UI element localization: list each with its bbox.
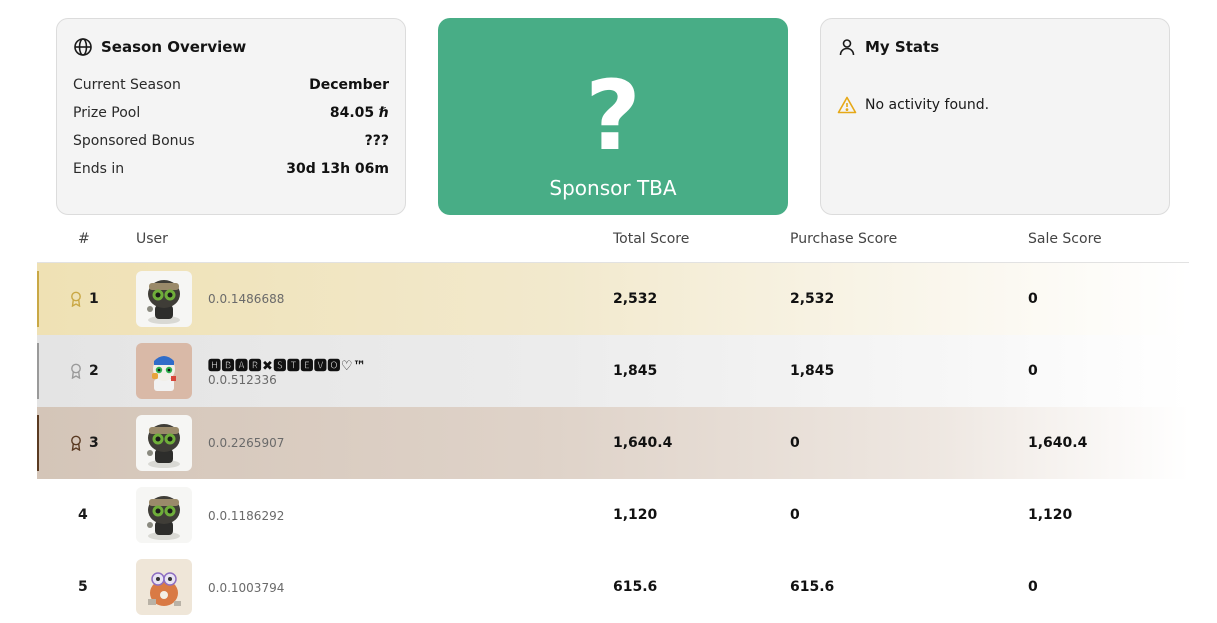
rank-number: 5 xyxy=(78,579,88,595)
prize-pool-row: Prize Pool 84.05 ℏ xyxy=(73,105,389,121)
rank-column-header: # xyxy=(78,231,90,247)
warning-icon xyxy=(837,96,857,114)
rank-number: 3 xyxy=(89,435,99,451)
avatar[interactable] xyxy=(136,343,192,399)
rank-number: 4 xyxy=(78,507,88,523)
purchase-score: 1,845 xyxy=(790,363,835,379)
table-row[interactable]: 3 0.0.2265907 1,640.4 0 1,640.4 xyxy=(37,407,1189,479)
ends-in-row: Ends in 30d 13h 06m xyxy=(73,161,389,177)
sale-score: 0 xyxy=(1028,579,1038,595)
total-score: 615.6 xyxy=(613,579,658,595)
rank-cell: 3 xyxy=(69,407,99,479)
purchase-score: 615.6 xyxy=(790,579,835,595)
table-row[interactable]: 4 0.0.1186292 1,120 0 1,120 xyxy=(37,479,1189,551)
avatar[interactable] xyxy=(136,559,192,615)
purchase-score: 0 xyxy=(790,435,800,451)
leaderboard-header: # User Total Score Purchase Score Sale S… xyxy=(37,230,1189,263)
no-activity-message: No activity found. xyxy=(837,95,989,115)
account-id[interactable]: 0.0.2265907 xyxy=(208,436,284,450)
table-row[interactable]: 1 0.0.1486688 2,532 2,532 0 xyxy=(37,263,1189,335)
total-score: 1,120 xyxy=(613,507,658,523)
no-activity-text: No activity found. xyxy=(865,97,990,113)
bronze-indicator xyxy=(37,415,39,471)
avatar[interactable] xyxy=(136,271,192,327)
sale-score: 0 xyxy=(1028,291,1038,307)
sale-score: 1,640.4 xyxy=(1028,435,1088,451)
avatar[interactable] xyxy=(136,487,192,543)
gold-indicator xyxy=(37,271,39,327)
purchase-score: 2,532 xyxy=(790,291,835,307)
account-id[interactable]: 0.0.1003794 xyxy=(208,581,284,595)
sale-score: 0 xyxy=(1028,363,1038,379)
user-icon xyxy=(839,39,855,56)
sponsored-bonus-value: ??? xyxy=(364,133,389,149)
sponsor-question-mark: ? xyxy=(585,60,641,172)
rank-cell: 5 xyxy=(78,551,88,623)
sponsored-bonus-label: Sponsored Bonus xyxy=(73,133,195,149)
current-season-row: Current Season December xyxy=(73,77,389,93)
table-row[interactable]: 2 🅷🅱🅰🆁✖🆂🆃🅴🆅🅾♡™ 0.0.512336 1,845 1,845 0 xyxy=(37,335,1189,407)
season-overview-header: Season Overview xyxy=(73,37,246,57)
purchase-score-column-header[interactable]: Purchase Score xyxy=(790,231,897,247)
season-overview-card: Season Overview Current Season December … xyxy=(56,18,406,215)
sale-score: 1,120 xyxy=(1028,507,1073,523)
prize-pool-value: 84.05 ℏ xyxy=(329,105,389,121)
sponsored-bonus-row: Sponsored Bonus ??? xyxy=(73,133,389,149)
my-stats-card: My Stats No activity found. xyxy=(820,18,1170,215)
account-id[interactable]: 0.0.1486688 xyxy=(208,292,284,306)
ends-in-label: Ends in xyxy=(73,161,125,177)
sponsor-text: Sponsor TBA xyxy=(549,176,677,200)
my-stats-title: My Stats xyxy=(865,38,940,56)
user-column-header: User xyxy=(136,231,168,247)
gold-medal-icon xyxy=(71,291,81,307)
purchase-score: 0 xyxy=(790,507,800,523)
my-stats-header: My Stats xyxy=(837,37,939,57)
globe-icon xyxy=(74,38,92,56)
ends-in-value: 30d 13h 06m xyxy=(286,161,389,177)
rank-number: 1 xyxy=(89,291,99,307)
sale-score-column-header[interactable]: Sale Score xyxy=(1028,231,1102,247)
user-name[interactable]: 🅷🅱🅰🆁✖🆂🆃🅴🆅🅾♡™ xyxy=(208,355,367,374)
silver-medal-icon xyxy=(71,363,81,379)
account-id[interactable]: 0.0.1186292 xyxy=(208,509,284,523)
total-score-column-header[interactable]: Total Score xyxy=(613,231,689,247)
total-score: 1,845 xyxy=(613,363,658,379)
silver-indicator xyxy=(37,343,39,399)
total-score: 2,532 xyxy=(613,291,658,307)
rank-number: 2 xyxy=(89,363,99,379)
current-season-value: December xyxy=(309,77,389,93)
rank-cell: 2 xyxy=(69,335,99,407)
season-overview-title: Season Overview xyxy=(101,38,247,56)
rank-cell: 1 xyxy=(69,263,99,335)
account-id[interactable]: 0.0.512336 xyxy=(208,373,277,387)
prize-pool-label: Prize Pool xyxy=(73,105,141,121)
current-season-label: Current Season xyxy=(73,77,181,93)
avatar[interactable] xyxy=(136,415,192,471)
total-score: 1,640.4 xyxy=(613,435,673,451)
bronze-medal-icon xyxy=(71,435,81,451)
sponsor-card[interactable]: ? Sponsor TBA xyxy=(438,18,788,215)
rank-cell: 4 xyxy=(78,479,88,551)
table-row[interactable]: 5 0.0.1003794 615.6 615.6 0 xyxy=(37,551,1189,623)
